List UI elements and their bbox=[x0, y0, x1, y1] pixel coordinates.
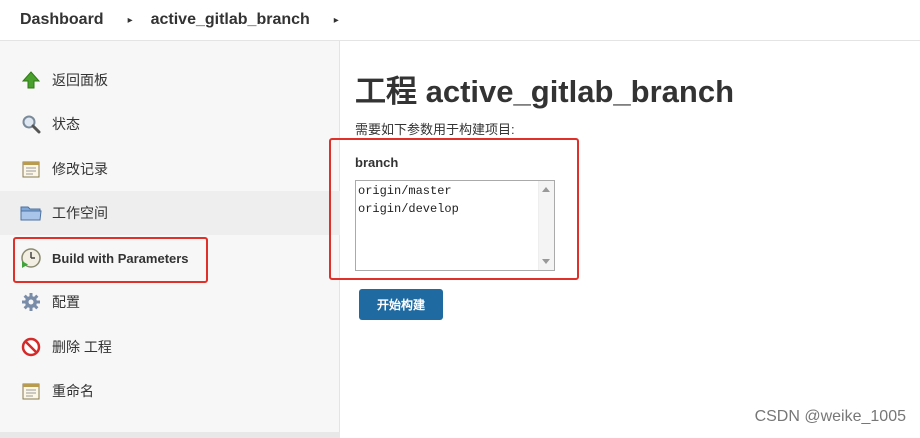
scroll-up-icon[interactable] bbox=[542, 187, 550, 192]
sidebar-item-label: 返回面板 bbox=[52, 72, 108, 88]
breadcrumb-chevron-icon[interactable]: ▸ bbox=[128, 15, 133, 26]
sidebar-item-label: Build with Parameters bbox=[52, 250, 189, 266]
breadcrumb-chevron-icon[interactable]: ▸ bbox=[334, 15, 339, 26]
sidebar-item-back-to-dashboard[interactable]: 返回面板 bbox=[0, 58, 340, 102]
sidebar-item-workspace[interactable]: 工作空间 bbox=[0, 191, 340, 235]
sidebar-item-label: 重命名 bbox=[52, 383, 94, 399]
branch-select[interactable]: origin/master origin/develop bbox=[355, 180, 555, 271]
sidebar: 返回面板 状态 修改记录 工作空间 Build with Parameters … bbox=[0, 41, 340, 438]
sidebar-item-status[interactable]: 状态 bbox=[0, 102, 340, 146]
sidebar-item-label: 删除 工程 bbox=[52, 339, 112, 355]
sidebar-footer bbox=[0, 432, 340, 438]
sidebar-item-label: 修改记录 bbox=[52, 161, 108, 177]
watermark: CSDN @weike_1005 bbox=[754, 408, 906, 425]
up-arrow-icon bbox=[20, 69, 42, 91]
breadcrumb: Dashboard ▸ active_gitlab_branch ▸ bbox=[0, 0, 920, 41]
sidebar-item-rename[interactable]: 重命名 bbox=[0, 369, 340, 413]
parameter-name-branch: branch bbox=[355, 155, 399, 170]
sidebar-item-configure[interactable]: 配置 bbox=[0, 280, 340, 324]
breadcrumb-dashboard[interactable]: Dashboard bbox=[20, 11, 104, 29]
notepad-icon bbox=[20, 380, 42, 402]
build-button[interactable]: 开始构建 bbox=[359, 289, 443, 320]
breadcrumb-project[interactable]: active_gitlab_branch bbox=[151, 11, 310, 29]
magnifier-icon bbox=[20, 113, 42, 135]
folder-icon bbox=[20, 202, 42, 224]
sidebar-item-label: 状态 bbox=[52, 116, 80, 132]
branch-option[interactable]: origin/master bbox=[356, 182, 554, 200]
sidebar-item-build-with-parameters[interactable]: Build with Parameters bbox=[0, 236, 340, 280]
sidebar-item-label: 配置 bbox=[52, 294, 80, 310]
parameters-description: 需要如下参数用于构建项目: bbox=[355, 122, 515, 137]
sidebar-item-changes[interactable]: 修改记录 bbox=[0, 147, 340, 191]
no-entry-icon bbox=[20, 336, 42, 358]
sidebar-item-label: 工作空间 bbox=[52, 205, 108, 221]
gear-icon bbox=[20, 291, 42, 313]
sidebar-item-delete-project[interactable]: 删除 工程 bbox=[0, 325, 340, 369]
scroll-down-icon[interactable] bbox=[542, 259, 550, 264]
branch-option[interactable]: origin/develop bbox=[356, 200, 554, 218]
notepad-icon bbox=[20, 158, 42, 180]
clock-play-icon bbox=[20, 247, 42, 269]
page-title: 工程 active_gitlab_branch bbox=[355, 74, 735, 109]
scrollbar[interactable] bbox=[538, 181, 554, 270]
